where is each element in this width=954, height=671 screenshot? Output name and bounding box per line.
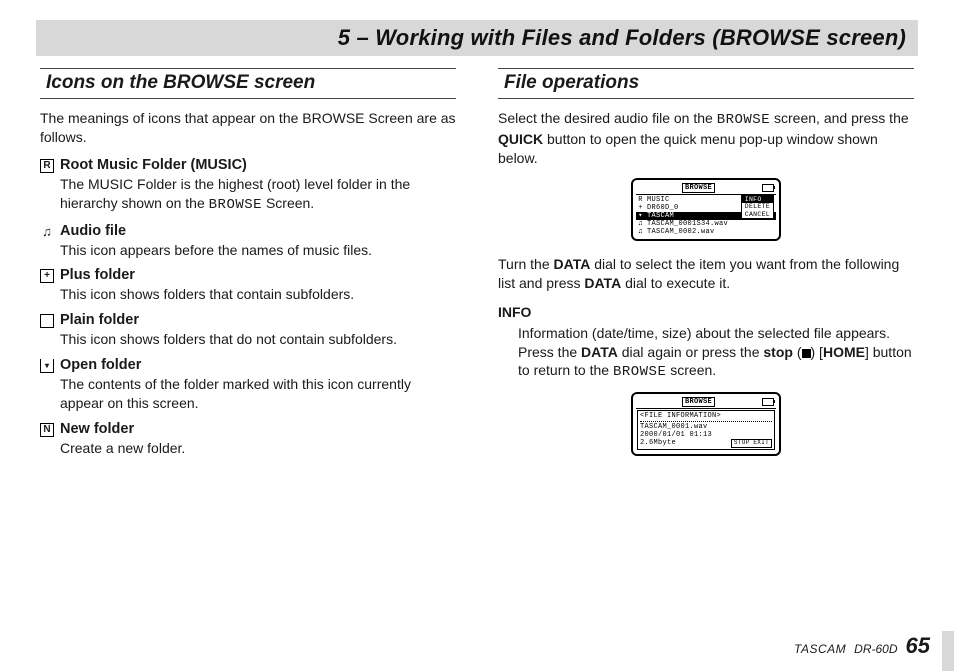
page-tab-decoration (942, 631, 954, 671)
fileops-intro: Select the desired audio file on the BRO… (498, 109, 914, 168)
lcd-screenshot-file-info: BROWSE <FILE INFORMATION> TASCAM_0001.wa… (631, 392, 781, 455)
stop-button-label: stop (763, 344, 793, 360)
page-number: 65 (906, 633, 930, 659)
page-footer: TASCAM DR-60D 65 (794, 633, 930, 659)
info-subheading: INFO (498, 303, 914, 322)
left-column: Icons on the BROWSE screen The meanings … (40, 68, 456, 470)
lcd-row-label: TASCAM_0001S34.wav (647, 220, 728, 228)
audio-file-icon: ♫ (40, 225, 54, 239)
lcd-row-label: TASCAM (647, 212, 674, 220)
term-label: Plain folder (60, 312, 139, 328)
term-label: Audio file (60, 223, 126, 239)
file-info-header: <FILE INFORMATION> (640, 412, 772, 420)
data-dial-label: DATA (581, 344, 618, 360)
lcd-row: ♫TASCAM_0001S34.wav (636, 220, 776, 228)
intro-para: The meanings of icons that appear on the… (40, 109, 456, 147)
info-desc: Information (date/time, size) about the … (518, 324, 914, 383)
term-desc: The contents of the folder marked with t… (60, 375, 456, 413)
file-info-datetime: 2000/01/01 01:13 (640, 431, 772, 439)
footer-brand: TASCAM (794, 642, 846, 656)
term-label: Open folder (60, 357, 141, 373)
term-row: N New folder (40, 421, 456, 437)
lcd-header: BROWSE (636, 183, 776, 195)
term-label: Root Music Folder (MUSIC) (60, 157, 247, 173)
new-folder-icon: N (40, 423, 54, 437)
lcd-row-label: MUSIC (647, 196, 670, 204)
data-dial-label: DATA (584, 275, 621, 291)
plus-folder-icon: + (40, 269, 54, 283)
term-desc: This icon shows folders that do not cont… (60, 330, 456, 349)
body-columns: Icons on the BROWSE screen The meanings … (40, 68, 914, 470)
manual-page: 5 – Working with Files and Folders (BROW… (0, 0, 954, 671)
term-desc: Create a new folder. (60, 439, 456, 458)
section-heading-icons: Icons on the BROWSE screen (40, 68, 456, 99)
open-folder-icon: ▾ (40, 359, 54, 373)
term-row: Plain folder (40, 312, 456, 328)
quick-button-label: QUICK (498, 131, 543, 147)
term-label: New folder (60, 421, 134, 437)
stop-icon (802, 349, 811, 358)
quick-menu-item: INFO (742, 196, 773, 203)
lcd-row: ♫TASCAM_0002.wav (636, 228, 776, 236)
lcd-row-label: TASCAM_0002.wav (647, 228, 715, 236)
term-row: + Plus folder (40, 267, 456, 283)
data-dial-label: DATA (554, 256, 591, 272)
lcd-row-label: DR60D_0 (647, 204, 679, 212)
battery-icon (762, 184, 774, 192)
lcd-word: BROWSE (613, 364, 666, 380)
lcd-header: BROWSE (636, 397, 776, 409)
lcd-row-icon: R (637, 196, 644, 204)
lcd-row-icon: + (637, 204, 644, 212)
battery-icon (762, 398, 774, 406)
term-label: Plus folder (60, 267, 135, 283)
chapter-title: 5 – Working with Files and Folders (BROW… (338, 25, 906, 51)
term-row: ▾ Open folder (40, 357, 456, 373)
term-desc: This icon appears before the names of mu… (60, 241, 456, 260)
lcd-title: BROWSE (682, 397, 715, 407)
lcd-row-icon: ▾ (637, 212, 644, 220)
turn-dial-para: Turn the DATA dial to select the item yo… (498, 255, 914, 293)
term-desc: The MUSIC Folder is the highest (root) l… (60, 175, 456, 215)
quick-menu-item: DELETE (742, 203, 773, 210)
lcd-row-icon: ♫ (637, 228, 644, 236)
lcd-title: BROWSE (682, 183, 715, 193)
file-info-panel: <FILE INFORMATION> TASCAM_0001.wav 2000/… (637, 410, 775, 449)
file-info-size-row: 2.6Mbyte STOP EXIT (640, 439, 772, 447)
section-heading-fileops: File operations (498, 68, 914, 99)
home-button-label: HOME (823, 344, 865, 360)
stop-exit-button: STOP EXIT (731, 439, 772, 448)
term-row: ♫ Audio file (40, 223, 456, 239)
right-column: File operations Select the desired audio… (498, 68, 914, 470)
lcd-word: BROWSE (209, 197, 262, 213)
footer-model: DR-60D (854, 642, 897, 656)
root-folder-icon: R (40, 159, 54, 173)
lcd-body: RMUSIC+DR60D_0▾TASCAM♫TASCAM_0001S34.wav… (636, 196, 776, 236)
file-info-name: TASCAM_0001.wav (640, 423, 772, 431)
plain-folder-icon (40, 314, 54, 328)
quick-menu-panel: INFODELETECANCEL (741, 195, 774, 219)
lcd-row-icon: ♫ (637, 220, 644, 228)
quick-menu-item: CANCEL (742, 211, 773, 218)
icon-definition-list: R Root Music Folder (MUSIC) The MUSIC Fo… (40, 157, 456, 458)
term-row: R Root Music Folder (MUSIC) (40, 157, 456, 173)
chapter-banner: 5 – Working with Files and Folders (BROW… (36, 20, 918, 56)
lcd-screenshot-browse-menu: BROWSE RMUSIC+DR60D_0▾TASCAM♫TASCAM_0001… (631, 178, 781, 241)
term-desc: This icon shows folders that contain sub… (60, 285, 456, 304)
lcd-word: BROWSE (717, 112, 770, 128)
file-info-size: 2.6Mbyte (640, 439, 676, 447)
